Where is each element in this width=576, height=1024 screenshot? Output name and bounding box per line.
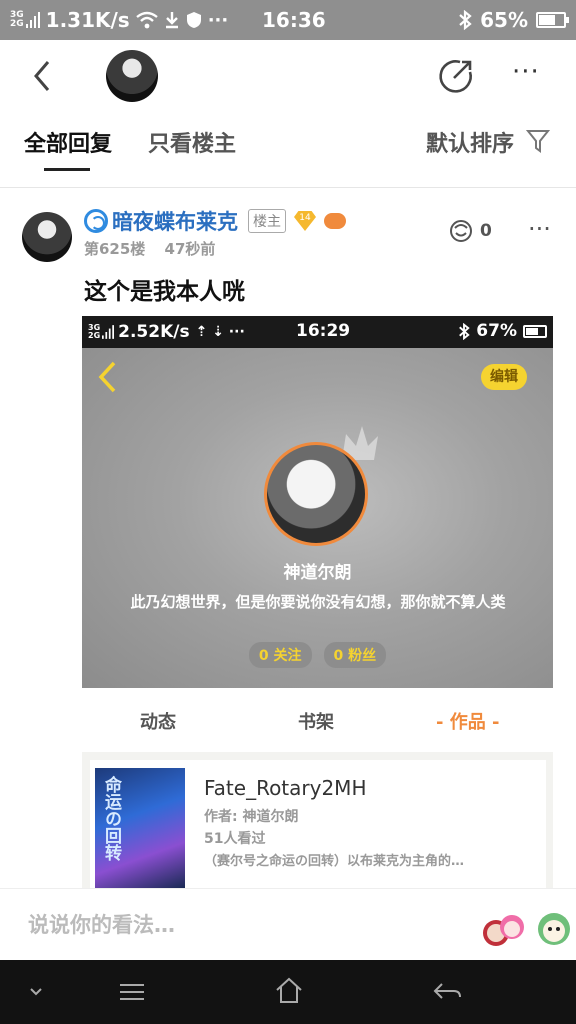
like-button[interactable]: 0 bbox=[448, 218, 492, 244]
tab-bookshelf: 书架 bbox=[298, 712, 334, 733]
work-title: Fate_Rotary2MH bbox=[204, 776, 367, 800]
cover-title: 命运の回转 bbox=[101, 776, 121, 861]
battery-icon bbox=[523, 324, 547, 338]
back-arrow-icon[interactable] bbox=[28, 58, 58, 94]
gamepad-icon bbox=[324, 213, 346, 229]
like-count: 0 bbox=[480, 221, 492, 241]
floor-number: 第625楼 bbox=[84, 240, 146, 258]
profile-tabs: 动态 书架 - 作品 - bbox=[82, 696, 553, 746]
post-more-icon[interactable]: ··· bbox=[528, 217, 551, 241]
post-meta: 第625楼 47秒前 bbox=[84, 238, 229, 259]
download-icon bbox=[165, 12, 178, 29]
post-header: 暗夜蝶布莱克 楼主 14 bbox=[84, 206, 346, 236]
username[interactable]: 暗夜蝶布莱克 bbox=[112, 206, 238, 236]
post-time: 47秒前 bbox=[164, 240, 216, 258]
avatar[interactable] bbox=[106, 50, 158, 102]
work-author: 作者: 神道尔朗 bbox=[204, 809, 299, 825]
clock: 16:29 bbox=[296, 321, 351, 341]
battery-icon bbox=[536, 12, 569, 28]
network-speed: 1.31K/s bbox=[45, 8, 130, 32]
bluetooth-icon bbox=[459, 10, 472, 30]
signal-icon bbox=[25, 12, 40, 28]
level-badge: 14 bbox=[294, 211, 316, 231]
tab-owner-only[interactable]: 只看楼主 bbox=[148, 126, 236, 158]
network-speed: 2.52K/s bbox=[118, 322, 190, 342]
comment-bar: 说说你的看法… bbox=[0, 888, 576, 960]
tab-activity: 动态 bbox=[140, 712, 176, 733]
battery-percent: 67% bbox=[476, 321, 517, 341]
share-icon[interactable] bbox=[438, 58, 474, 94]
edit-button: 编辑 bbox=[481, 364, 527, 390]
network-type: 3G 2G bbox=[10, 10, 24, 29]
profile-stats: 0 关注 0 粉丝 bbox=[82, 642, 553, 668]
filter-icon[interactable] bbox=[526, 128, 550, 154]
back-icon[interactable] bbox=[432, 980, 462, 1004]
work-card: 命运の回转 Fate_Rotary2MH 作者: 神道尔朗 51人看过 （赛尔号… bbox=[90, 760, 546, 888]
bluetooth-icon bbox=[459, 322, 470, 340]
clock: 16:36 bbox=[262, 8, 326, 32]
post-image[interactable]: 3G 2G 2.52K/s ⇡ ⇣ ··· 16:29 67% 编辑 神道尔朗 … bbox=[82, 316, 553, 888]
network-type: 3G 2G bbox=[88, 323, 101, 340]
back-arrow-icon bbox=[98, 361, 116, 393]
profile-name: 神道尔朗 bbox=[283, 563, 352, 583]
profile-bio: 此乃幻想世界，但是你要说你没有幻想，那你就不算人类 bbox=[130, 593, 506, 611]
following-count: 0 关注 bbox=[248, 642, 312, 668]
system-nav-bar bbox=[0, 960, 576, 1024]
more-icon[interactable]: ··· bbox=[512, 59, 548, 90]
battery-percent: 65% bbox=[480, 8, 528, 32]
swirl-icon bbox=[84, 209, 108, 233]
shield-icon bbox=[186, 12, 201, 28]
status-icons: ⇡ ⇣ ··· bbox=[195, 324, 245, 340]
menu-icon[interactable] bbox=[118, 982, 146, 1002]
status-bar: 3G 2G 1.31K/s ··· 16:36 65% bbox=[0, 0, 576, 40]
chevron-down-icon[interactable] bbox=[28, 986, 44, 998]
like-icon bbox=[450, 220, 472, 242]
wifi-icon bbox=[135, 11, 158, 29]
emoji-icon[interactable] bbox=[534, 907, 574, 951]
tab-all-replies[interactable]: 全部回复 bbox=[24, 126, 112, 158]
book-cover: 命运の回转 bbox=[95, 768, 185, 888]
overflow-dots-icon: ··· bbox=[207, 9, 229, 31]
comment-input[interactable]: 说说你的看法… bbox=[28, 909, 175, 939]
reply-filter-tabs: 全部回复 只看楼主 默认排序 bbox=[0, 112, 576, 174]
followers-count: 0 粉丝 bbox=[323, 642, 387, 668]
signal-icon bbox=[102, 325, 115, 339]
sort-button[interactable]: 默认排序 bbox=[426, 126, 514, 158]
divider bbox=[0, 187, 576, 188]
work-description: （赛尔号之命运の回转）以布莱克为主角的… bbox=[204, 854, 465, 869]
avatar[interactable] bbox=[22, 212, 72, 262]
home-icon[interactable] bbox=[274, 976, 304, 1006]
works-list: 命运の回转 Fate_Rotary2MH 作者: 神道尔朗 51人看过 （赛尔号… bbox=[82, 752, 553, 888]
top-nav-bar: ··· bbox=[0, 40, 576, 112]
tab-works: - 作品 - bbox=[436, 712, 500, 733]
profile-avatar bbox=[264, 442, 368, 546]
embedded-status-bar: 3G 2G 2.52K/s ⇡ ⇣ ··· 16:29 67% bbox=[82, 316, 553, 348]
tab-active-indicator bbox=[44, 168, 90, 171]
sticker-icon[interactable] bbox=[480, 907, 526, 951]
post-text: 这个是我本人咣 bbox=[84, 279, 245, 305]
work-views: 51人看过 bbox=[204, 831, 266, 847]
owner-badge: 楼主 bbox=[248, 209, 286, 233]
